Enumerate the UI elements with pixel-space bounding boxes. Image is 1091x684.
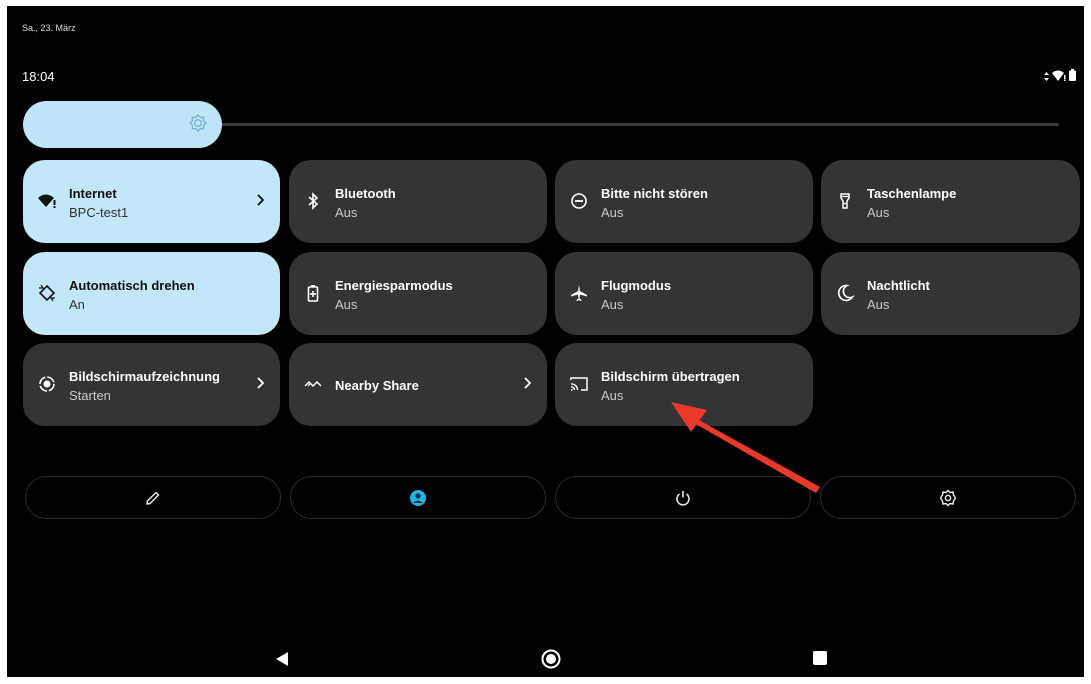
annotation-arrow-icon [671, 402, 820, 493]
quick-settings-panel: Sa., 23. März 18:04 Internet BPC-test1 B… [7, 6, 1084, 677]
